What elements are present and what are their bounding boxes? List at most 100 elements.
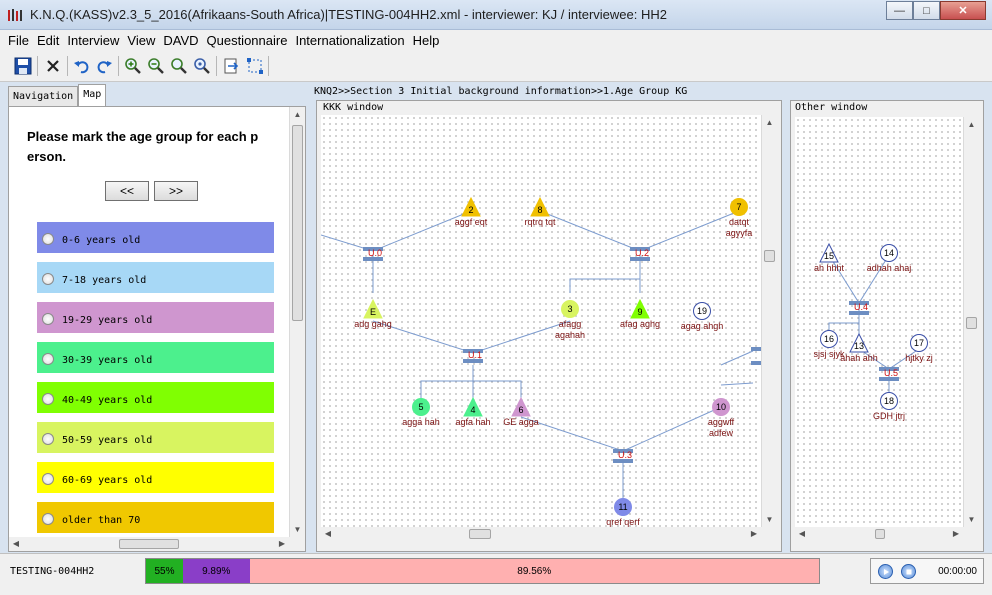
progress-segment: 9.89% xyxy=(183,559,250,583)
tab-map[interactable]: Map xyxy=(78,84,107,106)
other-window: Other window 15 ah hhht 14 adhah ahaj 16 sjsj… xyxy=(790,100,984,552)
progress-segment: 89.56% xyxy=(249,559,819,583)
menu-questionnaire[interactable]: Questionnaire xyxy=(203,33,292,48)
option-50-59[interactable]: 50-59 years old xyxy=(37,422,274,453)
circle-node-icon: 14 xyxy=(880,244,898,262)
play-icon[interactable] xyxy=(878,564,893,579)
left-hscrollbar[interactable]: ◀ ▶ xyxy=(9,537,305,551)
triangle-node-icon: 4 xyxy=(463,397,483,417)
breadcrumb: KNQ2>>Section 3 Initial background infor… xyxy=(314,86,688,97)
menu-davd[interactable]: DAVD xyxy=(159,33,202,48)
toolbar xyxy=(0,50,992,82)
kkk-window: KKK window 2 aggf eqt 8 rqtrq tqt 7 datq… xyxy=(316,100,782,552)
person-name-line2: agahah xyxy=(554,330,586,340)
person-name: aggf eqt xyxy=(454,217,488,227)
minimize-button[interactable]: — xyxy=(886,1,913,20)
kkk-window-title: KKK window xyxy=(323,102,384,113)
radio-button[interactable] xyxy=(42,512,54,525)
window-title: K.N.Q.(KASS)v2.3_5_2016(Afrikaans-South … xyxy=(30,7,667,22)
radio-button[interactable] xyxy=(42,352,54,365)
option-7-18[interactable]: 7-18 years old xyxy=(37,262,274,293)
union-label: U.0 xyxy=(368,248,383,258)
progress-bar: 55% 9.89% 89.56% xyxy=(145,558,820,584)
next-button[interactable]: >> xyxy=(154,181,198,201)
other-canvas[interactable]: 15 ah hhht 14 adhah ahaj 16 sjsj sjyk 13 ahah a… xyxy=(795,117,965,527)
status-filename: TESTING-004HH2 xyxy=(10,566,95,577)
question-panel: Please mark the age group for each p ers… xyxy=(8,106,306,552)
time-display: 00:00:00 xyxy=(938,566,977,577)
circle-node-icon: 16 xyxy=(820,330,838,348)
union-label: U.3 xyxy=(618,450,633,460)
kkk-vscrollbar[interactable]: ▲ ▼ xyxy=(761,115,777,527)
close-window-button[interactable]: ✕ xyxy=(940,1,986,20)
status-bar: TESTING-004HH2 55% 9.89% 89.56% 00:00:00 xyxy=(0,553,992,595)
menu-file[interactable]: File xyxy=(4,33,33,48)
redo-icon[interactable] xyxy=(93,55,115,77)
option-19-29[interactable]: 19-29 years old xyxy=(37,302,274,333)
undo-icon[interactable] xyxy=(71,55,93,77)
select-icon[interactable] xyxy=(244,55,266,77)
zoom-in-icon[interactable] xyxy=(122,55,144,77)
union-label: U.1 xyxy=(468,350,483,360)
kkk-canvas[interactable]: 2 aggf eqt 8 rqtrq tqt 7 datqt agyyfa Eadg gahg… xyxy=(321,115,761,527)
option-60-69[interactable]: 60-69 years old xyxy=(37,462,274,493)
zoom-out-icon[interactable] xyxy=(145,55,167,77)
circle-node-icon: 5 xyxy=(412,398,430,416)
union-bar xyxy=(751,347,761,351)
left-vscrollbar[interactable]: ▲ ▼ xyxy=(289,107,305,537)
radio-button[interactable] xyxy=(42,312,54,325)
other-window-title: Other window xyxy=(795,102,868,113)
triangle-node-icon: 2 xyxy=(461,197,481,217)
person-name: hjtky zj xyxy=(905,353,933,363)
triangle-node-icon: E xyxy=(363,299,383,319)
circle-node-icon: 7 xyxy=(730,198,748,216)
other-hscrollbar[interactable]: ◀ ▶ xyxy=(795,527,963,541)
option-40-49[interactable]: 40-49 years old xyxy=(37,382,274,413)
person-name-line2: adfew xyxy=(708,428,734,438)
prev-button[interactable]: << xyxy=(105,181,149,201)
option-older-than-70[interactable]: older than 70 xyxy=(37,502,274,533)
radio-button[interactable] xyxy=(42,432,54,445)
stop-icon[interactable] xyxy=(901,564,916,579)
person-name: adg gahg xyxy=(354,319,392,329)
left-panel: Navigation Map Please mark the age group… xyxy=(8,84,306,552)
title-bar: K.N.Q.(KASS)v2.3_5_2016(Afrikaans-South … xyxy=(0,0,992,30)
menu-interview[interactable]: Interview xyxy=(63,33,123,48)
export-icon[interactable] xyxy=(220,55,242,77)
option-30-39[interactable]: 30-39 years old xyxy=(37,342,274,373)
circle-node-icon: 10 xyxy=(712,398,730,416)
menu-view[interactable]: View xyxy=(123,33,159,48)
radio-button[interactable] xyxy=(42,232,54,245)
person-name: adhah ahaj xyxy=(866,263,912,273)
circle-node-icon: 11 xyxy=(614,498,632,516)
triangle-node-icon: 9 xyxy=(630,299,650,319)
person-name: GE agga xyxy=(503,417,539,427)
question-text: Please mark the age group for each p ers… xyxy=(27,129,259,164)
person-name: aggwff xyxy=(707,417,735,427)
menu-internationalization[interactable]: Internationalization xyxy=(291,33,408,48)
person-name: rqtrq tqt xyxy=(524,217,556,227)
radio-button[interactable] xyxy=(42,392,54,405)
circle-node-icon: 17 xyxy=(910,334,928,352)
radio-button[interactable] xyxy=(42,272,54,285)
person-name-line2: agyyfa xyxy=(725,228,753,238)
zoom-reset-icon[interactable] xyxy=(191,55,213,77)
circle-node-icon: 19 xyxy=(693,302,711,320)
union-bar xyxy=(751,361,761,365)
other-vscrollbar[interactable]: ▲ ▼ xyxy=(963,117,979,527)
zoom-fit-icon[interactable] xyxy=(168,55,190,77)
person-name: datqt xyxy=(728,217,750,227)
circle-node-icon: 3 xyxy=(561,300,579,318)
menu-bar: File Edit Interview View DAVD Questionna… xyxy=(0,30,992,50)
option-0-6[interactable]: 0-6 years old xyxy=(37,222,274,253)
menu-help[interactable]: Help xyxy=(409,33,444,48)
close-icon[interactable] xyxy=(42,55,64,77)
maximize-button[interactable]: □ xyxy=(913,1,940,20)
other-relationship-lines xyxy=(828,254,920,393)
kkk-hscrollbar[interactable]: ◀ ▶ xyxy=(321,527,761,541)
tab-navigation[interactable]: Navigation xyxy=(8,86,79,106)
radio-button[interactable] xyxy=(42,472,54,485)
save-icon[interactable] xyxy=(12,55,34,77)
menu-edit[interactable]: Edit xyxy=(33,33,63,48)
triangle-node-icon: 6 xyxy=(511,397,531,417)
